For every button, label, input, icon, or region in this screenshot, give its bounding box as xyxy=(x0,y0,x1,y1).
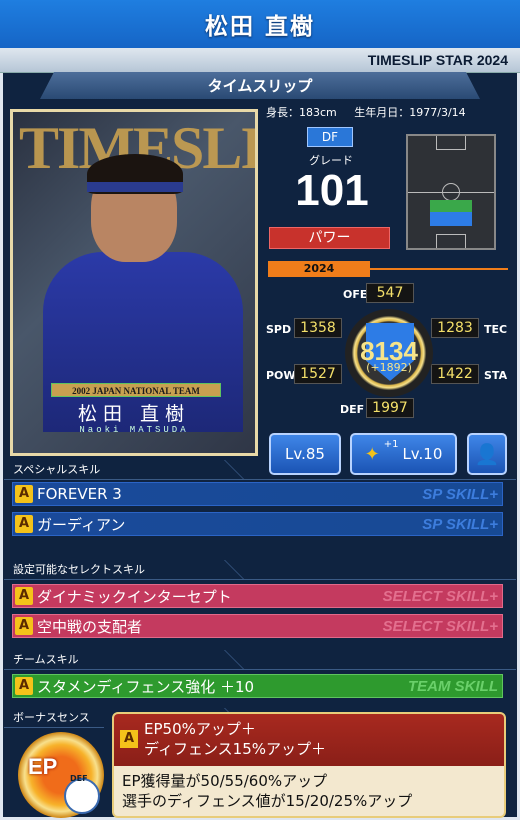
rank-a-icon: A xyxy=(15,587,33,605)
card-type-ribbon: タイムスリップ xyxy=(40,72,480,99)
sta-label: STA xyxy=(484,369,508,382)
select-skill-2[interactable]: A 空中戦の支配者 SELECT SKILL+ xyxy=(12,614,503,638)
position-zone-cb xyxy=(430,212,472,226)
skill-name: ダイナミックインターセプト xyxy=(37,587,232,606)
player-card-image[interactable]: TIMESLIP 2002 JAPAN NATIONAL TEAM 松田 直樹 … xyxy=(10,109,258,456)
position-pitch-map xyxy=(406,134,496,250)
height-text: 身長：183cm xyxy=(266,106,337,119)
skill-level-plus: +1 xyxy=(383,438,399,450)
def-shield-icon xyxy=(64,778,100,814)
select-skill-tag: SELECT SKILL+ xyxy=(382,587,498,605)
special-skill-2[interactable]: A ガーディアン SP SKILL+ xyxy=(12,512,503,536)
stats-year-badge: 2024 xyxy=(268,261,370,277)
grade-value: 101 xyxy=(295,166,369,215)
bonus-desc-2: 選手のディフェンス値が15/20/25%アップ xyxy=(122,792,413,810)
birthdate-text: 生年月日：1977/3/14 xyxy=(354,106,466,119)
spd-label: SPD xyxy=(266,323,292,336)
player-name-header: 松田 直樹 xyxy=(0,0,520,48)
rank-a-icon: A xyxy=(15,677,33,695)
rank-a-icon: A xyxy=(15,485,33,503)
bonus-line-1: EP50%アップ＋ xyxy=(144,720,256,738)
skill-name: 空中戦の支配者 xyxy=(37,617,143,636)
total-stat-bonus: (+1892) xyxy=(366,361,412,374)
team-skill-header: チームスキル xyxy=(4,650,516,670)
def-label: DEF xyxy=(340,403,365,416)
sta-value: 1422 xyxy=(431,364,479,384)
series-bar: TIMESLIP STAR 2024 xyxy=(0,48,520,73)
team-skill-1[interactable]: A スタメンディフェンス強化 ＋10 TEAM SKILL xyxy=(12,674,503,698)
special-skill-header: スペシャルスキル xyxy=(4,460,516,480)
rank-a-icon: A xyxy=(15,515,33,533)
tec-label: TEC xyxy=(484,323,508,336)
ofe-value: 547 xyxy=(366,283,414,303)
position-zone-dmf xyxy=(430,200,472,212)
card-name-roman: Naoki MATSUDA xyxy=(79,425,189,435)
card-team-label: 2002 JAPAN NATIONAL TEAM xyxy=(51,383,221,397)
rank-a-icon: A xyxy=(15,617,33,635)
type-badge: パワー xyxy=(269,227,390,249)
bonus-sense-box[interactable]: A EP50%アップ＋ ディフェンス15%アップ＋ EP獲得量が50/55/60… xyxy=(112,712,506,818)
skill-name: ガーディアン xyxy=(37,515,126,534)
pitch-bottom-box xyxy=(436,234,466,248)
def-value: 1997 xyxy=(366,398,414,418)
profile-info: 身長：183cm 生年月日：1977/3/14 xyxy=(266,104,466,120)
bonus-desc-1: EP獲得量が50/55/60%アップ xyxy=(122,772,328,790)
select-skill-header: 設定可能なセレクトスキル xyxy=(4,560,516,580)
rank-a-icon: A xyxy=(120,730,138,748)
tec-value: 1283 xyxy=(431,318,479,338)
skill-name: FOREVER 3 xyxy=(37,485,122,503)
player-headband xyxy=(87,182,183,192)
select-skill-1[interactable]: A ダイナミックインターセプト SELECT SKILL+ xyxy=(12,584,503,608)
ofe-label: OFE xyxy=(343,288,368,301)
skill-name: スタメンディフェンス強化 ＋10 xyxy=(37,677,255,696)
special-skill-1[interactable]: A FOREVER 3 SP SKILL+ xyxy=(12,482,503,506)
emblem-ep-text: EP xyxy=(28,754,58,779)
team-skill-tag: TEAM SKILL xyxy=(408,677,498,695)
position-badge: DF xyxy=(307,127,353,147)
bonus-line-2: ディフェンス15%アップ＋ xyxy=(144,740,326,758)
spd-value: 1358 xyxy=(294,318,342,338)
pitch-center-circle xyxy=(442,183,460,201)
stats-year-line xyxy=(370,268,508,270)
pow-label: POW xyxy=(266,369,296,382)
pitch-top-box xyxy=(436,136,466,150)
card-name-jp: 松田 直樹 xyxy=(77,403,191,425)
bonus-sense-header: ボーナスセンス xyxy=(4,708,104,728)
emblem-def-text: DEF xyxy=(70,774,88,783)
select-skill-tag: SELECT SKILL+ xyxy=(382,617,498,635)
pow-value: 1527 xyxy=(294,364,342,384)
sp-skill-tag: SP SKILL+ xyxy=(422,515,498,533)
sp-skill-tag: SP SKILL+ xyxy=(422,485,498,503)
ep-def-emblem-icon: EP DEF xyxy=(18,732,104,818)
series-label: TIMESLIP STAR 2024 xyxy=(367,52,508,68)
